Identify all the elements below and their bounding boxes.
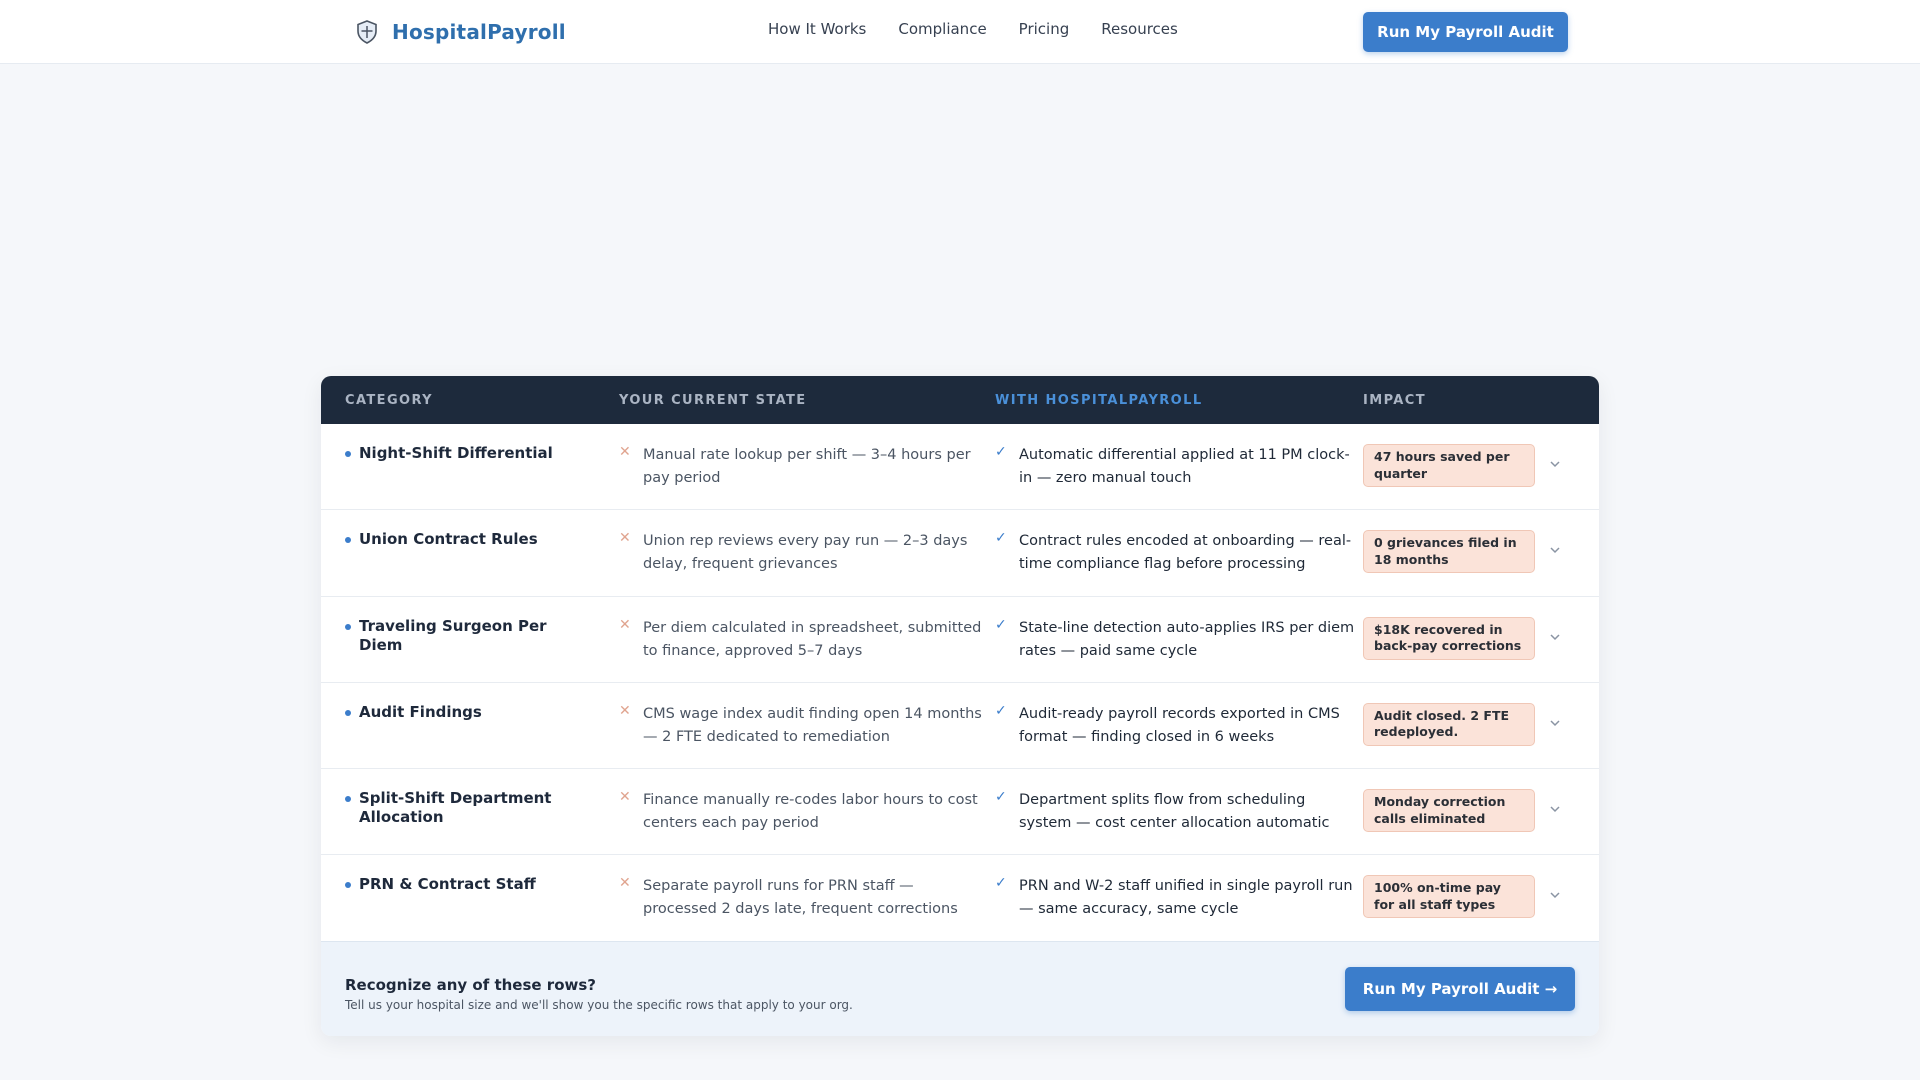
bullet-icon [345,623,351,630]
bullet-icon [345,796,351,803]
row-category: Traveling Surgeon Per Diem [359,616,547,654]
table-row[interactable]: Split-Shift Department Allocation ✕ Fina… [321,769,1599,856]
impact-badge: Audit closed. 2 FTE redeployed. [1363,702,1535,746]
nav-how-it-works[interactable]: How It Works [768,20,866,38]
footer-title: Recognize any of these rows? [345,976,596,994]
bullet-icon [345,882,351,889]
cross-icon: ✕ [619,530,631,547]
row-category: Night-Shift Differential [359,444,553,462]
row-current-state: Union rep reviews every pay run — 2–3 da… [643,533,968,573]
row-with-hospitalpayroll: Automatic differential applied at 11 PM … [1019,447,1350,486]
row-with-hospitalpayroll: Department splits flow from scheduling s… [1019,792,1330,832]
chevron-down-icon[interactable] [1547,542,1563,558]
check-icon: ✓ [995,875,1007,892]
run-audit-button[interactable]: Run My Payroll Audit [1363,12,1568,52]
brand-name: HospitalPayroll [392,20,566,44]
row-current-state: CMS wage index audit finding open 14 mon… [643,705,982,745]
row-category: PRN & Contract Staff [359,875,536,894]
table-header: CATEGORY YOUR CURRENT STATE WITH HOSPITA… [321,376,1599,424]
cross-icon: ✕ [619,789,631,806]
row-with-hospitalpayroll: Contract rules encoded at onboarding — r… [1019,533,1352,573]
cross-icon: ✕ [619,875,631,892]
chevron-down-icon[interactable] [1547,887,1563,903]
table-row[interactable]: Night-Shift Differential ✕ Manual rate l… [321,424,1599,511]
column-header-with-hospitalpayroll: WITH HOSPITALPAYROLL [995,393,1203,408]
row-with-hospitalpayroll: State-line detection auto-applies IRS pe… [1019,619,1355,659]
table-footer-cta: Recognize any of these rows? Tell us you… [321,941,1599,1036]
shield-icon [357,20,377,44]
impact-badge: $18K recovered in back-pay corrections [1363,616,1535,660]
row-current-state: Separate payroll runs for PRN staff — pr… [643,878,958,918]
column-header-current-state: YOUR CURRENT STATE [619,393,807,408]
nav-resources[interactable]: Resources [1101,20,1178,38]
top-nav-bar: HospitalPayroll How It Works Compliance … [0,0,1920,64]
cross-icon: ✕ [619,444,631,460]
check-icon: ✓ [995,702,1007,719]
chevron-down-icon[interactable] [1547,456,1563,472]
bullet-icon [345,451,351,457]
row-category: Union Contract Rules [359,530,538,549]
table-row[interactable]: PRN & Contract Staff ✕ Separate payroll … [321,855,1599,942]
check-icon: ✓ [995,789,1007,806]
check-icon: ✓ [995,530,1007,547]
table-row[interactable]: Audit Findings ✕ CMS wage index audit fi… [321,683,1599,770]
chevron-down-icon[interactable] [1547,629,1563,645]
impact-badge: 100% on-time pay for all staff types [1363,875,1535,919]
nav-pricing[interactable]: Pricing [1019,20,1070,38]
impact-badge: 47 hours saved per quarter [1363,444,1535,487]
row-with-hospitalpayroll: PRN and W-2 staff unified in single payr… [1019,878,1353,918]
bullet-icon [345,537,351,544]
row-category: Audit Findings [359,702,482,721]
impact-badge: Monday correction calls eliminated [1363,789,1535,833]
check-icon: ✓ [995,444,1007,460]
row-current-state: Manual rate lookup per shift — 3–4 hours… [643,447,971,486]
check-icon: ✓ [995,616,1007,633]
table-row[interactable]: Traveling Surgeon Per Diem ✕ Per diem ca… [321,597,1599,683]
chevron-down-icon[interactable] [1547,715,1563,731]
nav-compliance[interactable]: Compliance [898,20,986,38]
column-header-category: CATEGORY [345,393,433,408]
table-row[interactable]: Union Contract Rules ✕ Union rep reviews… [321,510,1599,597]
cross-icon: ✕ [619,616,631,633]
cross-icon: ✕ [619,702,631,719]
run-audit-footer-button[interactable]: Run My Payroll Audit → [1345,967,1575,1011]
impact-badge: 0 grievances filed in 18 months [1363,530,1535,574]
chevron-down-icon[interactable] [1547,801,1563,817]
footer-subtitle: Tell us your hospital size and we'll sho… [345,998,853,1012]
row-current-state: Per diem calculated in spreadsheet, subm… [643,619,982,659]
column-header-impact: IMPACT [1363,393,1426,408]
row-with-hospitalpayroll: Audit-ready payroll records exported in … [1019,705,1340,745]
comparison-table: CATEGORY YOUR CURRENT STATE WITH HOSPITA… [321,376,1599,1036]
row-current-state: Finance manually re-codes labor hours to… [643,792,978,832]
main-nav: How It Works Compliance Pricing Resource… [768,20,1178,38]
brand-logo[interactable]: HospitalPayroll [356,17,566,47]
bullet-icon [345,709,351,716]
row-category: Split-Shift Department Allocation [359,789,552,827]
